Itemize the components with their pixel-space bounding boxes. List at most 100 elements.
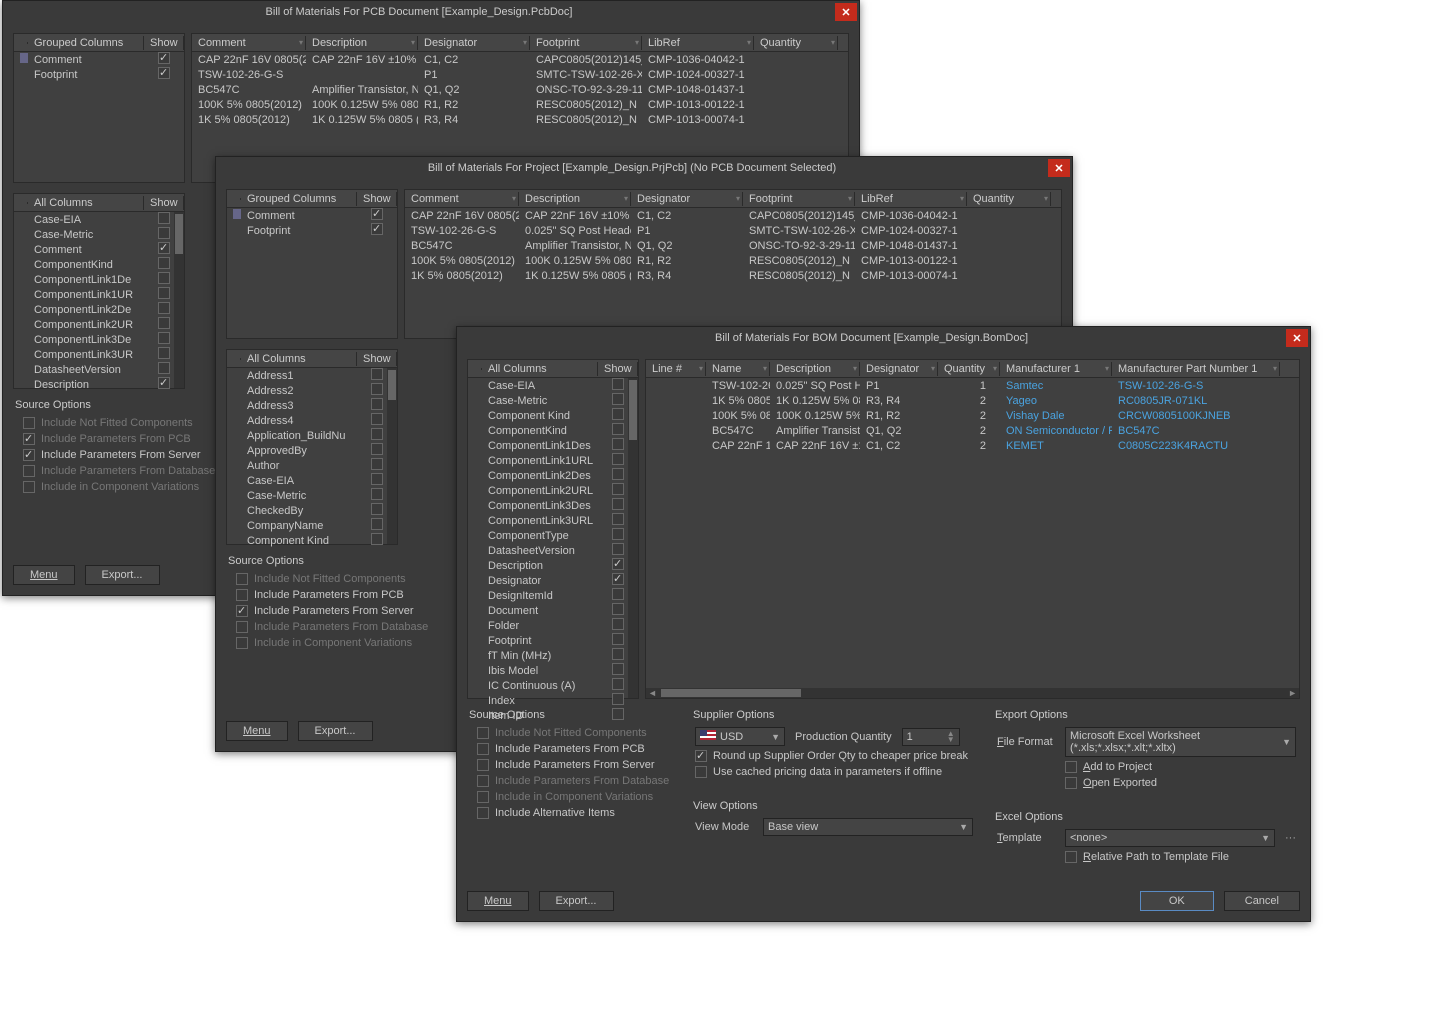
allcols-item[interactable]: Index [482, 695, 598, 707]
table-cell[interactable]: R3, R4 [631, 270, 743, 282]
column-header[interactable]: Description▾ [519, 192, 631, 206]
table-cell[interactable]: RESC0805(2012)_N [530, 99, 642, 111]
table-cell[interactable]: CAP 22nF 16V ±10% [770, 440, 860, 452]
show-checkbox[interactable] [612, 678, 624, 690]
filter-icon[interactable]: ▾ [523, 38, 527, 47]
export-button[interactable]: Export... [85, 565, 160, 585]
show-checkbox[interactable] [371, 398, 383, 410]
filter-icon[interactable]: ▾ [411, 38, 415, 47]
col-show[interactable]: Show [598, 362, 638, 376]
show-checkbox[interactable] [158, 67, 170, 79]
show-checkbox[interactable] [612, 633, 624, 645]
table-cell[interactable]: BC547C [1112, 425, 1280, 437]
show-checkbox[interactable] [612, 708, 624, 720]
show-checkbox[interactable] [612, 558, 624, 570]
allcols-item[interactable]: Document [482, 605, 598, 617]
close-icon[interactable]: ✕ [1286, 329, 1308, 347]
table-cell[interactable]: CMP-1013-00074-1 [642, 114, 754, 126]
table-cell[interactable]: RC0805JR-071KL [1112, 395, 1280, 407]
table-cell[interactable]: R1, R2 [860, 410, 938, 422]
table-cell[interactable]: BC547C [405, 240, 519, 252]
allcols-item[interactable]: ComponentLink3URL [482, 515, 598, 527]
show-checkbox[interactable] [371, 223, 383, 235]
table-cell[interactable]: Samtec [1000, 380, 1112, 392]
show-checkbox[interactable] [612, 663, 624, 675]
table-cell[interactable]: 1K 5% 0805(2 [706, 395, 770, 407]
show-checkbox[interactable] [612, 573, 624, 585]
show-checkbox[interactable] [371, 473, 383, 485]
table-cell[interactable]: RESC0805(2012)_N [743, 270, 855, 282]
filter-icon[interactable]: ▾ [763, 364, 767, 373]
column-header[interactable]: Footprint▾ [743, 192, 855, 206]
col-grouped[interactable]: Grouped Columns [241, 192, 357, 206]
show-checkbox[interactable] [158, 287, 170, 299]
menu-button[interactable]: Menu [226, 721, 288, 741]
filter-icon[interactable]: ▾ [747, 38, 751, 47]
option-checkbox[interactable] [23, 449, 35, 461]
show-checkbox[interactable] [612, 648, 624, 660]
export-button[interactable]: Export... [539, 891, 614, 911]
col-allcols[interactable]: All Columns [482, 362, 598, 376]
show-checkbox[interactable] [612, 468, 624, 480]
table-cell[interactable]: C0805C223K4RACTU [1112, 440, 1280, 452]
column-header[interactable]: Footprint▾ [530, 36, 642, 50]
table-cell[interactable]: 1K 5% 0805(2012) [192, 114, 306, 126]
show-checkbox[interactable] [371, 458, 383, 470]
allcols-item[interactable]: Component Kind [482, 410, 598, 422]
option-checkbox[interactable] [477, 759, 489, 771]
allcols-item[interactable]: ComponentLink3UR [28, 349, 144, 361]
allcols-item[interactable]: Case-Metric [28, 229, 144, 241]
table-cell[interactable]: ONSC-TO-92-3-29-11 [530, 84, 642, 96]
show-checkbox[interactable] [612, 498, 624, 510]
allcols-item[interactable]: Folder [482, 620, 598, 632]
table-cell[interactable]: CMP-1013-00122-1 [855, 255, 967, 267]
show-checkbox[interactable] [612, 618, 624, 630]
table-cell[interactable]: 1K 0.125W 5% 0805 [770, 395, 860, 407]
table-cell[interactable]: 100K 5% 0805(2012) [192, 99, 306, 111]
table-cell[interactable]: CAP 22nF 16 [706, 440, 770, 452]
column-header[interactable]: Name▾ [706, 362, 770, 376]
cached-checkbox[interactable] [695, 766, 707, 778]
table-cell[interactable]: CAP 22nF 16V ±10% 080 [306, 54, 418, 66]
allcols-item[interactable]: ComponentType [482, 530, 598, 542]
allcols-item[interactable]: ComponentLink2URL [482, 485, 598, 497]
filter-icon[interactable]: ▾ [853, 364, 857, 373]
allcols-item[interactable]: Application_BuildNu [241, 430, 357, 442]
table-cell[interactable]: Amplifier Transisto [770, 425, 860, 437]
show-checkbox[interactable] [158, 272, 170, 284]
column-header[interactable]: Line #▾ [646, 362, 706, 376]
show-checkbox[interactable] [612, 513, 624, 525]
show-checkbox[interactable] [371, 368, 383, 380]
column-header[interactable]: LibRef▾ [642, 36, 754, 50]
table-cell[interactable]: 100K 0.125W 5% 0805 (2 [306, 99, 418, 111]
template-combo[interactable]: <none>▼ [1065, 829, 1275, 847]
option-checkbox[interactable] [236, 589, 248, 601]
table-cell[interactable]: 1K 0.125W 5% 0805 (201 [306, 114, 418, 126]
menu-button[interactable]: Menu [13, 565, 75, 585]
allcols-item[interactable]: Ibis Model [482, 665, 598, 677]
allcols-item[interactable]: IC Continuous (A) [482, 680, 598, 692]
grouped-item[interactable]: Comment [28, 54, 144, 66]
column-header[interactable]: Designator▾ [631, 192, 743, 206]
column-header[interactable]: Designator▾ [860, 362, 938, 376]
show-checkbox[interactable] [371, 503, 383, 515]
allcols-item[interactable]: Designator [482, 575, 598, 587]
table-cell[interactable]: KEMET [1000, 440, 1112, 452]
allcols-item[interactable]: Case-Metric [241, 490, 357, 502]
table-cell[interactable]: CMP-1024-00327-1 [642, 69, 754, 81]
close-icon[interactable]: ✕ [835, 3, 857, 21]
allcols-item[interactable]: Address2 [241, 385, 357, 397]
allcols-item[interactable]: Comment [28, 244, 144, 256]
table-cell[interactable]: 2 [938, 425, 1000, 437]
allcols-item[interactable]: ComponentLink1URL [482, 455, 598, 467]
table-cell[interactable]: P1 [631, 225, 743, 237]
allcols-item[interactable]: fT Min (MHz) [482, 650, 598, 662]
table-cell[interactable]: ONSC-TO-92-3-29-11 [743, 240, 855, 252]
allcols-item[interactable]: ComponentLink1Des [482, 440, 598, 452]
table-cell[interactable]: 1K 5% 0805(2012) [405, 270, 519, 282]
col-show[interactable]: Show [144, 196, 184, 210]
view-mode-combo[interactable]: Base view▼ [763, 818, 973, 836]
currency-combo[interactable]: USD▼ [695, 727, 785, 746]
filter-icon[interactable]: ▾ [848, 194, 852, 203]
prod-qty-input[interactable]: 1▲▼ [902, 728, 960, 746]
